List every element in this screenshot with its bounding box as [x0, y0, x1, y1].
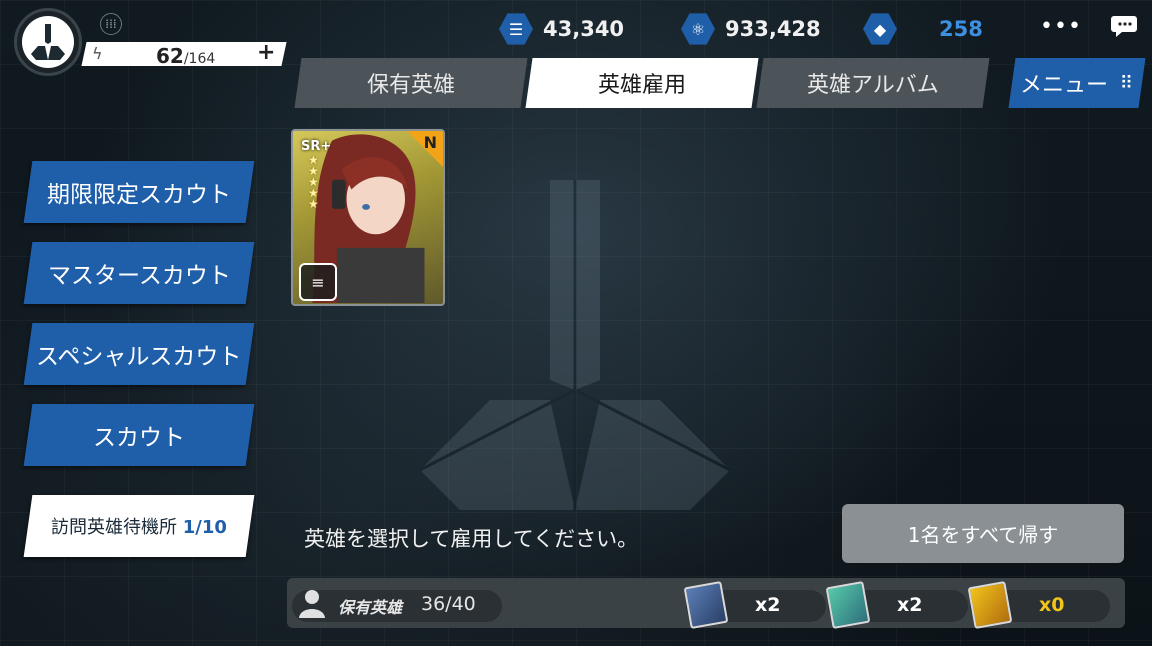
crystal-icon: ◆: [863, 13, 897, 45]
gold-ticket-count: x0: [1039, 594, 1065, 616]
hero-class-icon: ≡: [299, 263, 337, 301]
currency-value: 933,428: [725, 17, 821, 41]
button-label: 1名をすべて帰す: [907, 523, 1059, 547]
tab-label: 英雄雇用: [597, 73, 686, 98]
rarity-label: SR+: [301, 139, 332, 154]
button-label: マスタースカウト: [47, 263, 231, 289]
molecule-icon: ⚛: [681, 13, 715, 45]
green-ticket-icon: [825, 581, 871, 629]
tab-label: 英雄アルバム: [807, 73, 939, 98]
currency-list[interactable]: ☰ 43,340: [499, 12, 624, 46]
master-scout-button[interactable]: マスタースカウト: [23, 242, 255, 304]
owned-heroes-count: 36/40: [421, 593, 476, 615]
hero-card[interactable]: N SR+ ★ ★ ★ ★ ★ ≡: [291, 129, 445, 306]
currency-crystal[interactable]: ◆ 258: [863, 12, 983, 46]
currency-value: 43,340: [543, 17, 625, 41]
tab-hero-hire[interactable]: 英雄雇用: [525, 58, 759, 108]
menu-label: メニュー: [1020, 73, 1109, 98]
blue-ticket-count: x2: [755, 594, 781, 616]
button-label: スカウト: [93, 425, 185, 451]
visitor-count: 1/10: [182, 517, 227, 538]
currency-value: 258: [939, 17, 983, 41]
player-emblem-icon[interactable]: [14, 8, 82, 76]
button-label: スペシャルスカウト: [36, 344, 242, 370]
menu-button[interactable]: メニュー ⠿: [1008, 58, 1146, 108]
add-stamina-button[interactable]: +: [257, 40, 275, 65]
person-icon: [299, 590, 325, 618]
owned-heroes-label: 保有英雄: [338, 598, 403, 617]
instruction-text: 英雄を選択して雇用してください。: [304, 527, 639, 551]
green-ticket-count: x2: [897, 594, 923, 616]
apps-grid-icon[interactable]: ⁞⁞⁞: [100, 13, 122, 35]
visitor-waiting-room-button[interactable]: 訪問英雄待機所 1/10: [23, 495, 255, 557]
visitor-label: 訪問英雄待機所: [51, 517, 178, 538]
stamina-value: 62/164: [156, 44, 215, 68]
more-icon[interactable]: •••: [1040, 14, 1082, 39]
emblem-watermark: [419, 180, 731, 510]
list-icon: ☰: [499, 13, 533, 45]
tab-owned-heroes[interactable]: 保有英雄: [294, 58, 528, 108]
button-label: 期限限定スカウト: [47, 182, 231, 208]
gold-ticket-icon: [967, 581, 1013, 629]
star-rating: ★ ★ ★ ★ ★: [308, 153, 319, 211]
grid-icon: ⠿: [1120, 72, 1134, 94]
tab-label: 保有英雄: [366, 73, 455, 98]
chat-icon[interactable]: [1108, 14, 1138, 38]
scout-button[interactable]: スカウト: [23, 404, 255, 466]
tab-hero-album[interactable]: 英雄アルバム: [756, 58, 990, 108]
lightning-icon: ϟ: [92, 44, 103, 63]
stamina-max: /164: [183, 51, 216, 67]
return-all-button[interactable]: 1名をすべて帰す: [842, 504, 1124, 563]
blue-ticket-icon: [683, 581, 729, 629]
currency-molecule[interactable]: ⚛ 933,428: [681, 12, 821, 46]
special-scout-button[interactable]: スペシャルスカウト: [23, 323, 255, 385]
limited-scout-button[interactable]: 期限限定スカウト: [23, 161, 255, 223]
rank-label: N: [423, 133, 437, 152]
stamina-current: 62: [156, 44, 184, 68]
